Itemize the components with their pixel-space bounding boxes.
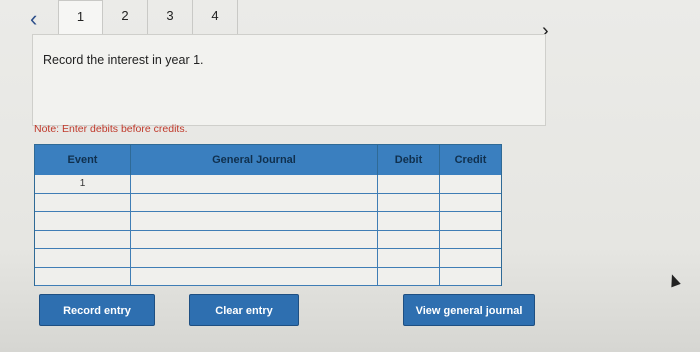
general-journal-input[interactable]	[131, 230, 378, 248]
prompt-text: Record the interest in year 1.	[43, 53, 204, 67]
journal-header-row: Event General Journal Debit Credit	[35, 145, 501, 175]
general-journal-input[interactable]	[131, 249, 378, 267]
general-journal-input[interactable]	[131, 193, 378, 211]
event-cell	[35, 249, 131, 267]
table-row	[35, 230, 501, 249]
mouse-cursor-icon	[667, 272, 681, 288]
view-general-journal-button[interactable]: View general journal	[403, 294, 535, 326]
debit-input[interactable]	[378, 249, 440, 267]
debit-input[interactable]	[378, 212, 440, 230]
credit-input[interactable]	[440, 249, 501, 267]
step-tabs: 1 2 3 4	[58, 0, 238, 34]
prompt-box: Record the interest in year 1.	[32, 34, 546, 126]
credit-input[interactable]	[440, 230, 501, 248]
debit-input[interactable]	[378, 267, 440, 285]
credit-input[interactable]	[440, 193, 501, 211]
header-event: Event	[35, 145, 131, 175]
debit-input[interactable]	[378, 175, 440, 193]
general-journal-input[interactable]	[131, 212, 378, 230]
credit-input[interactable]	[440, 175, 501, 193]
event-cell	[35, 230, 131, 248]
previous-arrow-icon[interactable]: ‹	[30, 6, 37, 32]
journal-table: Event General Journal Debit Credit 1	[34, 144, 502, 286]
record-entry-button[interactable]: Record entry	[39, 294, 155, 326]
general-journal-input[interactable]	[131, 175, 378, 193]
event-cell: 1	[35, 175, 131, 193]
step-tab-4[interactable]: 4	[193, 0, 238, 34]
general-journal-input[interactable]	[131, 267, 378, 285]
header-debit: Debit	[378, 145, 440, 175]
event-cell	[35, 212, 131, 230]
table-row	[35, 193, 501, 212]
note-text: Note: Enter debits before credits.	[34, 123, 188, 135]
table-row	[35, 249, 501, 268]
header-general-journal: General Journal	[131, 145, 378, 175]
step-tab-3[interactable]: 3	[148, 0, 193, 34]
credit-input[interactable]	[440, 212, 501, 230]
table-row	[35, 267, 501, 286]
table-row	[35, 212, 501, 231]
table-row: 1	[35, 175, 501, 194]
step-tab-2[interactable]: 2	[103, 0, 148, 34]
debit-input[interactable]	[378, 230, 440, 248]
event-cell	[35, 267, 131, 285]
clear-entry-button[interactable]: Clear entry	[189, 294, 299, 326]
header-credit: Credit	[454, 154, 487, 166]
step-tab-1[interactable]: 1	[58, 0, 103, 34]
debit-input[interactable]	[378, 193, 440, 211]
event-cell	[35, 193, 131, 211]
credit-input[interactable]	[440, 267, 501, 285]
